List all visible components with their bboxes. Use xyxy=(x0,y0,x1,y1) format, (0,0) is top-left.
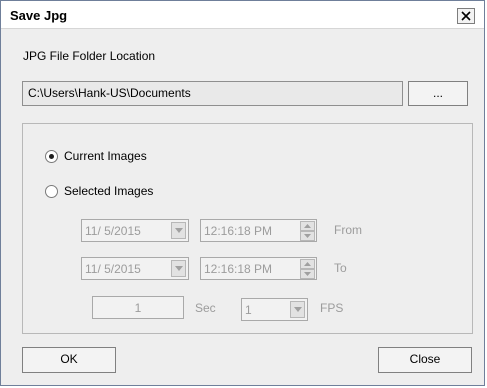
to-time-value: 12:16:18 PM xyxy=(204,262,273,276)
to-time-picker[interactable]: 12:16:18 PM xyxy=(200,257,317,280)
fps-dropdown-button[interactable] xyxy=(290,301,305,318)
close-x-icon xyxy=(461,11,471,21)
folder-location-label: JPG File Folder Location xyxy=(23,49,156,63)
close-button[interactable]: Close xyxy=(378,347,472,373)
fps-select[interactable]: 1 xyxy=(241,298,308,321)
save-jpg-dialog: Save Jpg JPG File Folder Location C:\Use… xyxy=(0,0,485,386)
title-close-button[interactable] xyxy=(457,8,475,24)
spin-down-button[interactable] xyxy=(300,269,315,279)
to-date-dropdown-button[interactable] xyxy=(171,260,186,277)
chevron-down-icon xyxy=(304,272,311,276)
selected-images-radio[interactable] xyxy=(45,185,58,198)
current-images-label[interactable]: Current Images xyxy=(64,149,147,163)
from-date-value: 11/ 5/2015 xyxy=(85,224,141,238)
ok-button[interactable]: OK xyxy=(22,347,116,373)
fps-label: FPS xyxy=(320,301,344,315)
to-date-value: 11/ 5/2015 xyxy=(85,262,141,276)
from-label: From xyxy=(334,223,362,237)
sec-label: Sec xyxy=(195,301,216,315)
chevron-down-icon xyxy=(304,234,311,238)
selected-images-label[interactable]: Selected Images xyxy=(64,184,153,198)
from-time-spinner[interactable] xyxy=(300,221,315,241)
folder-path-field[interactable]: C:\Users\Hank-US\Documents xyxy=(22,81,403,106)
current-images-radio[interactable] xyxy=(45,150,58,163)
from-time-value: 12:16:18 PM xyxy=(204,224,273,238)
from-date-picker[interactable]: 11/ 5/2015 xyxy=(81,219,189,242)
browse-button[interactable]: ... xyxy=(408,81,468,106)
image-options-group: Current Images Selected Images 11/ 5/201… xyxy=(22,123,473,334)
spin-up-button[interactable] xyxy=(300,259,315,269)
chevron-down-icon xyxy=(175,228,183,233)
spin-up-button[interactable] xyxy=(300,221,315,231)
to-label: To xyxy=(334,261,347,275)
chevron-up-icon xyxy=(304,262,311,266)
title-bar[interactable]: Save Jpg xyxy=(1,1,484,29)
from-time-picker[interactable]: 12:16:18 PM xyxy=(200,219,317,242)
to-time-spinner[interactable] xyxy=(300,259,315,279)
seconds-field[interactable]: 1 xyxy=(92,296,184,319)
fps-value: 1 xyxy=(245,303,252,317)
from-date-dropdown-button[interactable] xyxy=(171,222,186,239)
dialog-title: Save Jpg xyxy=(10,8,68,23)
chevron-down-icon xyxy=(175,266,183,271)
chevron-down-icon xyxy=(294,307,302,312)
to-date-picker[interactable]: 11/ 5/2015 xyxy=(81,257,189,280)
spin-down-button[interactable] xyxy=(300,231,315,241)
chevron-up-icon xyxy=(304,224,311,228)
